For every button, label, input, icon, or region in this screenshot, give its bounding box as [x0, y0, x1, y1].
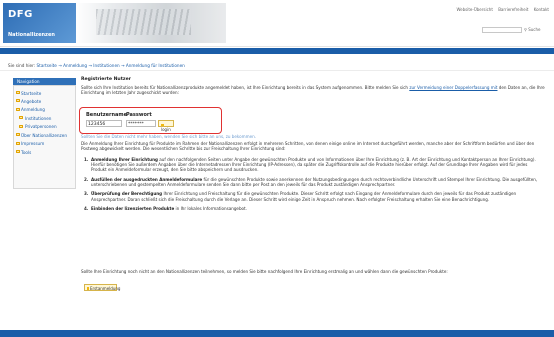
username-label: Benutzername — [86, 112, 128, 118]
register-button-label: Erstanmeldung — [90, 286, 121, 291]
sidebar-item-label: Privatpersonen — [25, 124, 57, 130]
topnav-link-sitemap[interactable]: Website-Übersicht — [456, 7, 492, 12]
step-title: Ausfüllen der ausgedruckten Anmeldeformu… — [91, 176, 203, 182]
login-form: Benutzername Passwort 123456 ******* log… — [79, 107, 222, 134]
logo-subtitle: Nationallizenzen — [8, 32, 55, 38]
breadcrumb-prefix: Sie sind hier: — [8, 63, 36, 68]
breadcrumb-item-current[interactable]: Anmeldung für Institutionen — [126, 63, 185, 68]
breadcrumb-separator: → — [88, 63, 92, 68]
step-title: Überprüfung der Berechtigung — [91, 191, 163, 197]
search-input[interactable] — [482, 27, 522, 33]
list-item: 2. Ausfüllen der ausgedruckten Anmeldefo… — [81, 177, 544, 188]
sidebar-item-label: Anmeldung — [21, 107, 45, 113]
step-number: 3. — [84, 191, 89, 197]
breadcrumb-separator: → — [58, 63, 62, 68]
sidebar-item-startseite[interactable]: Startseite — [14, 89, 75, 97]
list-item: 4. Einbinden der lizenzierten Produkte i… — [81, 206, 544, 211]
username-field[interactable]: 123456 — [86, 120, 122, 127]
step-number: 1. — [84, 156, 89, 162]
sidebar-item-label: Institutionen — [25, 115, 52, 121]
sidebar-item-label: Impressum — [21, 141, 45, 147]
password-field[interactable]: ******* — [126, 120, 156, 127]
step-text: in Ihr lokales Informationsangebot. — [175, 205, 247, 211]
topnav-link-accessibility[interactable]: Barrierefreiheit — [498, 7, 528, 12]
header-blue-bar — [0, 48, 554, 54]
registration-steps-section: Die Anmeldung Ihrer Einrichtung für Prod… — [81, 141, 544, 215]
register-button[interactable]: Erstanmeldung — [84, 284, 121, 291]
page-title: Registrierte Nutzer — [81, 77, 131, 82]
sidebar-item-label: Tools — [21, 149, 32, 155]
password-label: Passwort — [126, 112, 152, 118]
folder-icon — [19, 116, 23, 120]
top-navigation: Website-Übersicht Barrierefreiheit Konta… — [452, 7, 549, 12]
step-text: auf den nachfolgenden Seiten unter Angab… — [91, 156, 536, 173]
main-content: Registrierte Nutzer Sollte sich Ihre Ins… — [81, 77, 549, 96]
step-title: Einbinden der lizenzierten Produkte — [91, 205, 175, 211]
step-number: 2. — [84, 176, 89, 182]
header-banner-image — [76, 3, 226, 43]
forgotten-data-note: Sollten Sie die Daten nicht mehr haben, … — [81, 134, 256, 139]
sidebar-item-angebote[interactable]: Angebote — [14, 97, 75, 105]
breadcrumb: Sie sind hier: Startseite → Anmeldung → … — [8, 63, 185, 68]
sidebar-item-anmeldung[interactable]: Anmeldung — [14, 106, 75, 114]
header-divider — [0, 46, 554, 47]
breadcrumb-item-institutionen[interactable]: Institutionen — [93, 63, 119, 68]
step-title: Anmeldung Ihrer Einrichtung — [91, 156, 158, 162]
closing-text: Sollte Ihre Einrichtung noch nicht an de… — [81, 269, 448, 274]
sidebar-item-label: Angebote — [21, 98, 42, 104]
breadcrumb-separator: → — [121, 63, 125, 68]
step-number: 4. — [84, 205, 89, 211]
list-item: 1. Anmeldung Ihrer Einrichtung auf den n… — [81, 157, 544, 173]
search-button-label: Suche — [528, 27, 541, 32]
dfg-logo[interactable]: DFG Nationallizenzen — [3, 3, 76, 43]
topnav-link-contact[interactable]: Kontakt — [534, 7, 549, 12]
intro-line-1: Sollte sich Ihre Institution bereits für… — [81, 84, 408, 90]
arrow-icon — [161, 123, 164, 126]
process-intro: Die Anmeldung Ihrer Einrichtung für Prod… — [81, 141, 535, 152]
sidebar-item-impressum[interactable]: Impressum — [14, 140, 75, 148]
folder-icon — [15, 107, 20, 111]
folder-icon — [15, 141, 20, 145]
search-button[interactable]: ⚲ Suche — [524, 27, 541, 32]
folder-icon — [15, 91, 20, 94]
folder-icon — [15, 133, 20, 137]
breadcrumb-divider — [0, 70, 554, 71]
sidebar-item-ueber-nationallizenzen[interactable]: Über Nationallizenzen — [14, 131, 75, 139]
intro-link[interactable]: zur Vermeidung einer Doppelerfassung mit — [409, 85, 497, 90]
page-footer — [0, 330, 554, 337]
folder-icon — [15, 99, 20, 103]
sidebar-title: Navigation — [13, 78, 76, 85]
breadcrumb-item-anmeldung[interactable]: Anmeldung — [63, 63, 87, 68]
logo-text: DFG — [8, 9, 33, 20]
breadcrumb-item-startseite[interactable]: Startseite — [37, 63, 57, 68]
sidebar-item-label: Über Nationallizenzen — [21, 132, 67, 138]
sidebar-navigation: Navigation Startseite Angebote Anmeldung… — [13, 78, 76, 189]
sidebar-item-institutionen[interactable]: Institutionen — [14, 114, 75, 122]
sidebar-item-privatpersonen[interactable]: Privatpersonen — [14, 123, 75, 131]
sidebar-item-label: Startseite — [21, 90, 42, 96]
folder-icon — [19, 124, 23, 128]
sidebar-item-tools[interactable]: Tools — [14, 148, 75, 156]
arrow-icon — [86, 287, 89, 290]
page-header: DFG Nationallizenzen Website-Übersicht B… — [0, 0, 554, 46]
login-button-label: login — [161, 127, 171, 133]
steps-list: 1. Anmeldung Ihrer Einrichtung auf den n… — [81, 157, 544, 212]
intro-text: Sollte sich Ihre Institution bereits für… — [81, 85, 549, 96]
list-item: 3. Überprüfung der Berechtigung Ihrer Ei… — [81, 191, 544, 202]
folder-icon — [15, 150, 20, 154]
sidebar-list: Startseite Angebote Anmeldung Institutio… — [13, 85, 76, 189]
search-icon: ⚲ — [524, 27, 527, 32]
login-button[interactable]: login — [158, 120, 174, 132]
